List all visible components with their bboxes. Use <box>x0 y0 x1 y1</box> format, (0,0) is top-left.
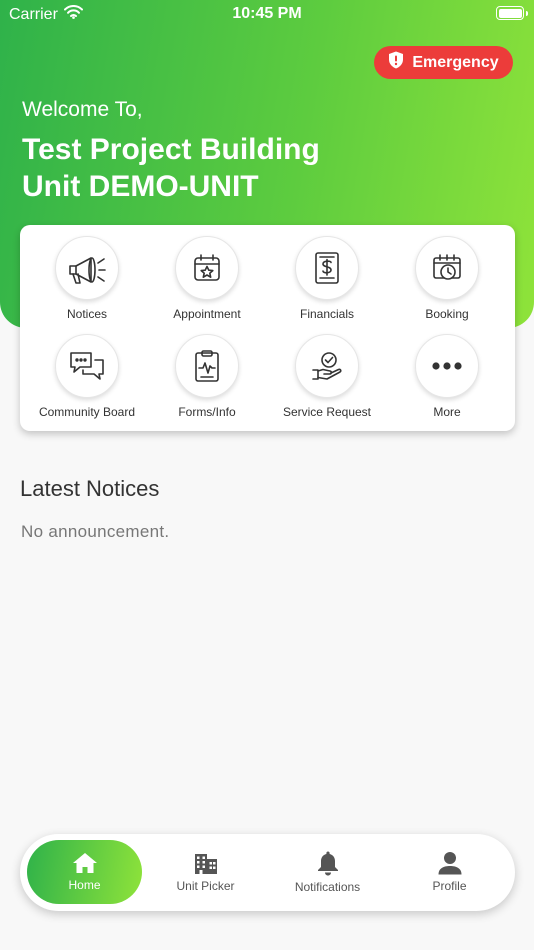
tab-label: Home <box>68 878 101 892</box>
chat-bubbles-icon <box>70 352 104 380</box>
project-name: Test Project Building <box>22 133 320 166</box>
calendar-star-icon <box>194 254 220 281</box>
menu-item-booking[interactable]: Booking <box>387 236 507 321</box>
tab-unit-picker[interactable]: Unit Picker <box>148 840 263 904</box>
calendar-clock-icon <box>433 254 461 280</box>
menu-item-label: Service Request <box>282 405 372 419</box>
no-announcement-text: No announcement. <box>21 522 170 541</box>
tab-notifications[interactable]: Notifications <box>270 840 385 904</box>
menu-item-label: Appointment <box>173 307 241 321</box>
more-dots-icon <box>432 362 462 370</box>
person-icon <box>438 852 461 875</box>
menu-item-label: Forms/Info <box>178 405 236 419</box>
menu-item-more[interactable]: More <box>387 334 507 419</box>
tab-label: Notifications <box>294 880 361 894</box>
tab-label: Unit Picker <box>176 879 235 893</box>
megaphone-icon <box>69 257 106 284</box>
dollar-document-icon <box>315 252 339 284</box>
building-title: Test Project Building Unit DEMO-UNIT <box>22 131 320 205</box>
menu-item-label: Booking <box>425 307 469 321</box>
unit-name: Unit DEMO-UNIT <box>22 170 259 203</box>
menu-icon-circle <box>175 334 239 398</box>
menu-item-service-request[interactable]: Service Request <box>267 334 387 419</box>
status-bar: Carrier 10:45 PM <box>0 0 534 30</box>
menu-item-label: More <box>433 405 461 419</box>
clipboard-icon <box>195 350 219 382</box>
menu-icon-circle <box>415 334 479 398</box>
hand-check-icon <box>312 352 342 380</box>
bell-icon <box>317 851 338 876</box>
menu-item-appointment[interactable]: Appointment <box>147 236 267 321</box>
emergency-button[interactable]: Emergency <box>374 46 513 79</box>
tab-label: Profile <box>432 879 467 893</box>
menu-item-forms-info[interactable]: Forms/Info <box>147 334 267 419</box>
menu-item-notices[interactable]: Notices <box>27 236 147 321</box>
latest-notices-title: Latest Notices <box>20 476 160 501</box>
menu-icon-circle <box>415 236 479 300</box>
menu-icon-circle <box>295 334 359 398</box>
menu-item-label: Financials <box>299 307 355 321</box>
menu-item-label: Notices <box>66 307 107 321</box>
shield-icon <box>388 51 404 74</box>
welcome-text: Welcome To, <box>22 98 143 121</box>
menu-icon-circle <box>55 334 119 398</box>
menu-item-community-board[interactable]: Community Board <box>27 334 147 419</box>
battery-icon <box>496 6 528 20</box>
status-time: 10:45 PM <box>232 5 302 22</box>
menu-item-label: Community Board <box>38 405 136 419</box>
menu-icon-circle <box>175 236 239 300</box>
emergency-label: Emergency <box>412 53 499 71</box>
menu-item-financials[interactable]: Financials <box>267 236 387 321</box>
menu-grid-card: Notices Appointment Financials Booking C… <box>20 225 515 431</box>
menu-icon-circle <box>55 236 119 300</box>
home-icon <box>72 853 97 873</box>
building-icon <box>194 854 217 874</box>
menu-icon-circle <box>295 236 359 300</box>
tab-home[interactable]: Home <box>27 840 142 904</box>
bottom-tab-bar: Home Unit Picker Notifications Profile <box>20 834 515 911</box>
tab-profile[interactable]: Profile <box>392 840 507 904</box>
